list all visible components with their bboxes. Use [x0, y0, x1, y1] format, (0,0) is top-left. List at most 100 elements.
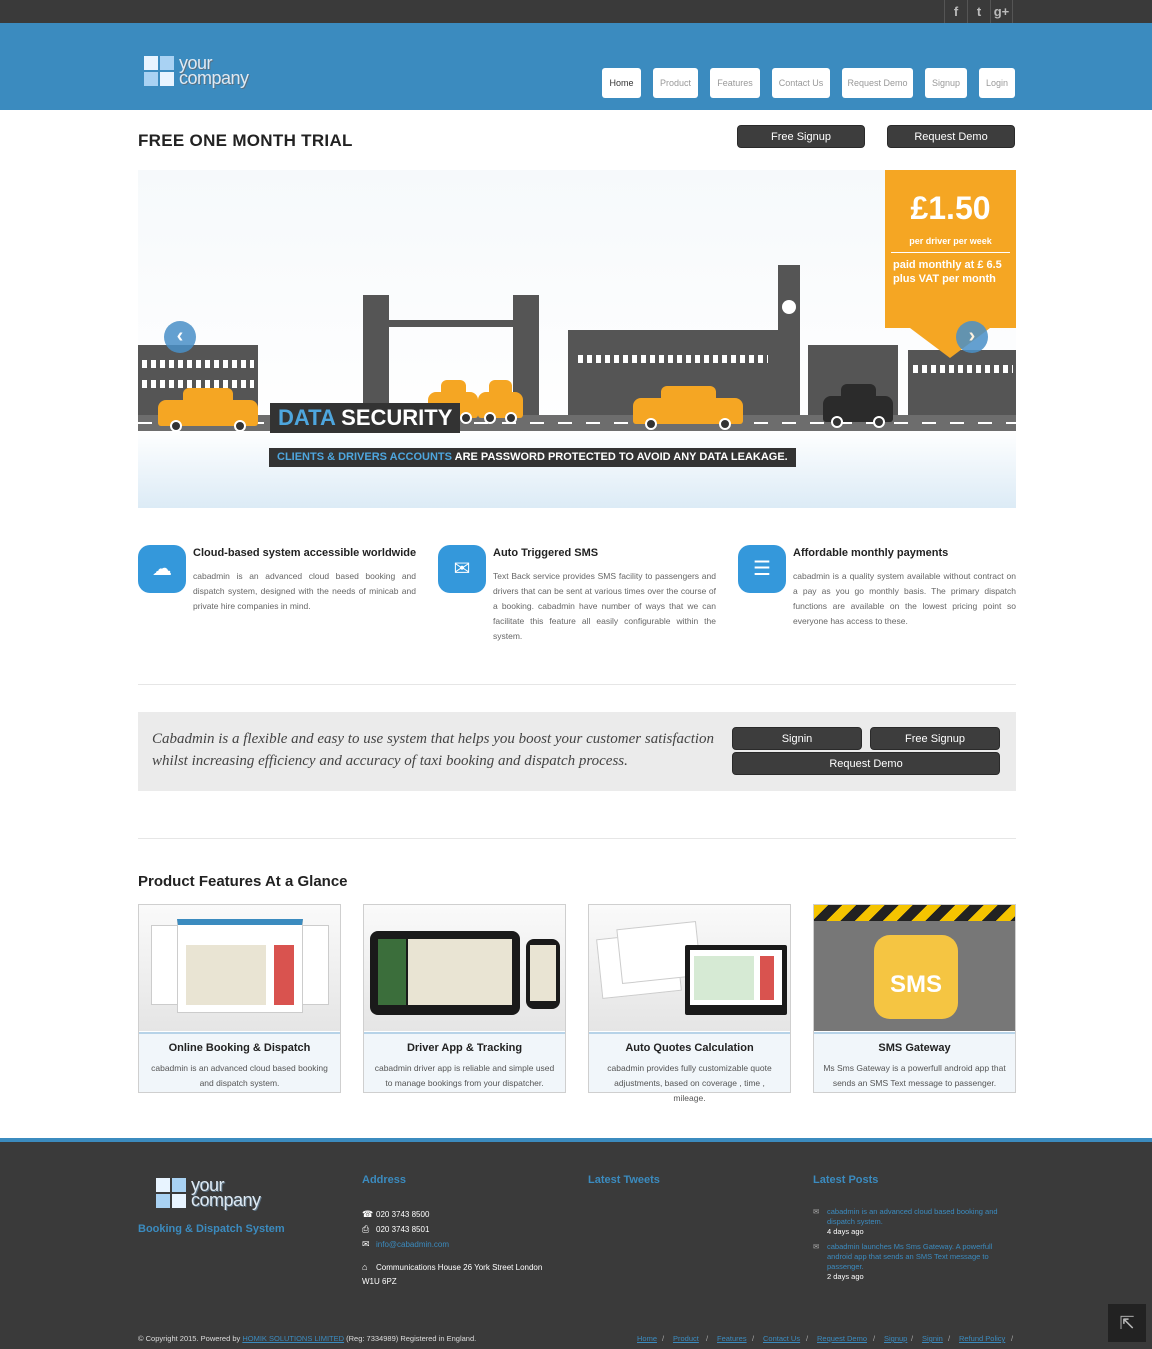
posts-heading: Latest Posts: [813, 1174, 879, 1186]
fax-line: ⎙ 020 3743 8501: [362, 1224, 429, 1235]
status-bar: [274, 945, 294, 1005]
slider-prev-button[interactable]: ‹: [164, 321, 196, 353]
promo-box: Cabadmin is a flexible and easy to use s…: [138, 712, 1016, 791]
copyright-pre: © Copyright 2015. Powered by: [138, 1334, 241, 1343]
card-title: SMS Gateway: [878, 1042, 951, 1054]
googleplus-icon[interactable]: g+: [990, 0, 1013, 23]
company-link[interactable]: HOMIK SOLUTIONS LIMITED: [242, 1334, 344, 1343]
address-line: ⌂ Communications House 26 York Street Lon…: [362, 1262, 542, 1272]
twitter-icon[interactable]: t: [967, 0, 990, 23]
taxi-icon: [158, 388, 258, 432]
logo-text-line2: company: [191, 1190, 261, 1210]
card-body: Auto Quotes Calculation cabadmin provide…: [589, 1032, 790, 1103]
bridge-walkway: [389, 320, 513, 327]
card-text: cabadmin is an advanced cloud based book…: [151, 1063, 328, 1088]
fax-number: 020 3743 8501: [376, 1225, 430, 1234]
site-footer: your company Booking & Dispatch System A…: [0, 1142, 1152, 1349]
nav-contact-us[interactable]: Contact Us: [772, 68, 830, 98]
nav-home[interactable]: Home: [602, 68, 641, 98]
product-card[interactable]: Auto Quotes Calculation cabadmin provide…: [588, 904, 791, 1103]
feature-title: Auto Triggered SMS: [493, 547, 599, 559]
big-ben: [778, 265, 800, 415]
nav-request-demo[interactable]: Request Demo: [842, 68, 913, 98]
building-windows: [142, 380, 254, 388]
section-title: Product Features At a Glance: [138, 873, 348, 890]
nav-login[interactable]: Login: [979, 68, 1015, 98]
building-right2: [908, 350, 1016, 415]
request-demo-button[interactable]: Request Demo: [732, 752, 1000, 775]
envelope-icon: ✉: [438, 545, 486, 593]
footer-link-demo[interactable]: Request Demo: [817, 1334, 867, 1343]
slider-next-button[interactable]: ›: [956, 321, 988, 353]
map: [694, 956, 754, 1000]
logo-text-line2: company: [179, 68, 249, 88]
slide-headline: DATA SECURITY: [270, 403, 461, 433]
map: [530, 945, 556, 1001]
postcode-line: W1U 6PZ: [362, 1277, 397, 1286]
price-monthly: paid monthly at £ 6.5 plus VAT per month: [893, 259, 1002, 285]
feature-title: Cloud-based system accessible worldwide: [193, 547, 417, 559]
scroll-to-top-button[interactable]: ⇱: [1108, 1304, 1146, 1342]
taxi-icon: [633, 386, 743, 430]
footer-logo[interactable]: your company: [156, 1176, 286, 1214]
request-demo-button[interactable]: Request Demo: [887, 125, 1015, 148]
price-divider: [891, 252, 1010, 253]
company-logo[interactable]: your company: [144, 54, 274, 92]
price-unit: per driver per week: [909, 236, 992, 246]
black-cab-icon: [823, 384, 893, 428]
monitor-screen: [690, 950, 782, 1005]
product-card[interactable]: Online Booking & Dispatch cabadmin is an…: [138, 904, 341, 1093]
post-item: cabadmin launches Ms Sms Gateway. A powe…: [813, 1242, 1013, 1282]
footer-link-product[interactable]: Product: [673, 1334, 699, 1343]
email-line: ✉ info@cabadmin.com: [362, 1239, 449, 1250]
feature-text: Text Back service provides SMS facility …: [493, 571, 716, 641]
status-bar: [760, 956, 774, 1000]
caption-blue: CLIENTS & DRIVERS ACCOUNTS: [277, 451, 452, 463]
card-title: Online Booking & Dispatch: [168, 1042, 311, 1054]
card-title: Auto Quotes Calculation: [625, 1042, 754, 1054]
list-icon: ☰: [738, 545, 786, 593]
card-body: SMS Gateway Ms Sms Gateway is a powerful…: [814, 1032, 1015, 1092]
footer-link-signin[interactable]: Signin: [922, 1334, 943, 1343]
post-time: 4 days ago: [827, 1227, 864, 1236]
promo-text: Cabadmin is a flexible and easy to use s…: [152, 731, 715, 769]
slide-caption: CLIENTS & DRIVERS ACCOUNTS ARE PASSWORD …: [269, 448, 796, 467]
free-signup-button[interactable]: Free Signup: [870, 727, 1000, 750]
card-title: Driver App & Tracking: [406, 1042, 523, 1054]
hazard-stripe: [814, 905, 1015, 921]
nav-features[interactable]: Features: [710, 68, 760, 98]
footer-link-features[interactable]: Features: [717, 1334, 747, 1343]
signin-button[interactable]: Signin: [732, 727, 862, 750]
feature-text: cabadmin is a quality system available w…: [793, 571, 1016, 626]
taxi-icon: [478, 380, 523, 424]
footer-link-refund[interactable]: Refund Policy: [959, 1334, 1005, 1343]
product-card[interactable]: SMS SMS Gateway Ms Sms Gateway is a powe…: [813, 904, 1016, 1093]
product-card[interactable]: Driver App & Tracking cabadmin driver ap…: [363, 904, 566, 1093]
email-link[interactable]: info@cabadmin.com: [376, 1240, 449, 1249]
footer-link-home[interactable]: Home: [637, 1334, 657, 1343]
footer-link-signup[interactable]: Signup: [884, 1334, 907, 1343]
facebook-icon[interactable]: f: [944, 0, 967, 23]
building-windows: [578, 355, 768, 363]
footer-link-contact[interactable]: Contact Us: [763, 1334, 800, 1343]
free-signup-button[interactable]: Free Signup: [737, 125, 865, 148]
tablet: [370, 931, 520, 1015]
nav-signup[interactable]: Signup: [925, 68, 967, 98]
phone-number: 020 3743 8500: [376, 1210, 430, 1219]
price-value: £1.50: [910, 190, 991, 226]
card-text: Ms Sms Gateway is a powerfull android ap…: [823, 1063, 1006, 1088]
page-title: FREE ONE MONTH TRIAL: [138, 131, 353, 150]
post-link[interactable]: cabadmin is an advanced cloud based book…: [813, 1207, 1013, 1227]
footer-tagline: Booking & Dispatch System: [138, 1223, 285, 1235]
product-image: [364, 905, 565, 1031]
clock-icon: [782, 300, 796, 314]
nav-product[interactable]: Product: [653, 68, 698, 98]
envelope-icon: ✉: [362, 1239, 370, 1249]
card-body: Driver App & Tracking cabadmin driver ap…: [364, 1032, 565, 1092]
feature-title: Affordable monthly payments: [793, 547, 949, 559]
feature-text: cabadmin is an advanced cloud based book…: [193, 571, 416, 611]
price-tag: £1.50 per driver per week paid monthly a…: [885, 170, 1016, 358]
app-sidebar: [378, 939, 406, 1005]
post-link[interactable]: cabadmin launches Ms Sms Gateway. A powe…: [813, 1242, 1013, 1272]
post-time: 2 days ago: [827, 1272, 864, 1281]
